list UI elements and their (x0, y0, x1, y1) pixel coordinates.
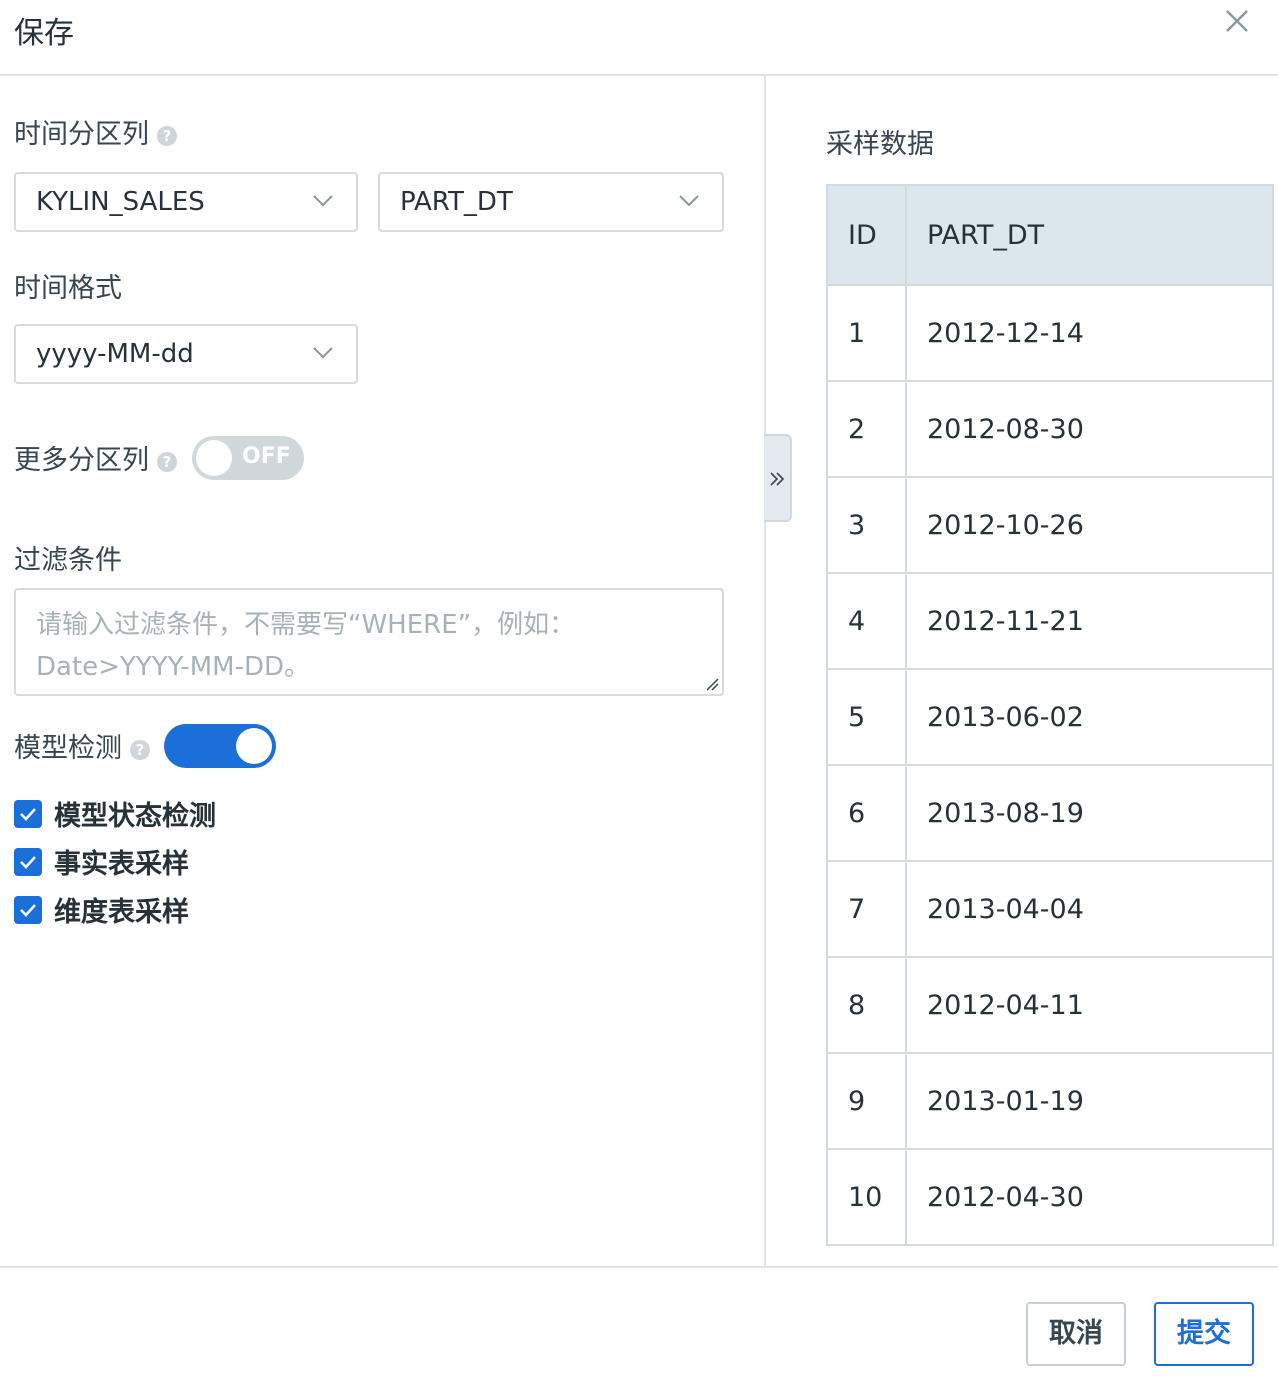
table-row: 2 2012-08-30 (826, 380, 1274, 478)
model-check-label-text: 模型检测 (14, 733, 122, 764)
cell-part-dt: 2013-08-19 (905, 764, 1274, 862)
cell-id: 10 (826, 1148, 907, 1246)
table-select[interactable]: KYLIN_SALES (14, 172, 358, 232)
table-row: 4 2012-11-21 (826, 572, 1274, 670)
help-icon[interactable]: ? (157, 451, 177, 472)
cell-part-dt: 2012-08-30 (905, 380, 1274, 478)
table-select-value: KYLIN_SALES (36, 187, 205, 217)
cell-id: 6 (826, 764, 907, 862)
filter-textarea[interactable]: 请输入过滤条件，不需要写“WHERE”，例如： Date>YYYY-MM-DD。 (14, 588, 724, 696)
column-select-value: PART_DT (400, 187, 513, 217)
table-row: 7 2013-04-04 (826, 860, 1274, 958)
model-check-toggle[interactable] (164, 724, 276, 768)
cell-id: 3 (826, 476, 907, 574)
cell-part-dt: 2012-10-26 (905, 476, 1274, 574)
cell-part-dt: 2013-01-19 (905, 1052, 1274, 1150)
sample-panel: 采样数据 ID PART_DT 1 2012-12-14 2 2012-08-30 … (766, 76, 1278, 1266)
format-select-value: yyyy-MM-dd (36, 339, 194, 369)
toggle-state-text: OFF (242, 444, 291, 469)
cell-id: 2 (826, 380, 907, 478)
table-row: 8 2012-04-11 (826, 956, 1274, 1054)
cell-part-dt: 2013-06-02 (905, 668, 1274, 766)
partition-label-text: 时间分区列 (14, 119, 149, 150)
checkbox-checked-icon[interactable] (14, 800, 42, 828)
more-partition-label: 更多分区列? (14, 438, 177, 477)
cell-part-dt: 2013-04-04 (905, 860, 1274, 958)
table-row: 10 2012-04-30 (826, 1148, 1274, 1246)
cell-id: 5 (826, 668, 907, 766)
help-icon[interactable]: ? (130, 739, 150, 760)
filter-label: 过滤条件 (14, 545, 122, 576)
cell-id: 1 (826, 284, 907, 382)
table-row: 3 2012-10-26 (826, 476, 1274, 574)
format-label: 时间格式 (14, 273, 122, 304)
dialog-header: 保存 (0, 0, 1278, 76)
model-check-label: 模型检测? (14, 726, 150, 765)
filter-placeholder-line2: Date>YYYY-MM-DD。 (36, 652, 311, 682)
cancel-button[interactable]: 取消 (1026, 1302, 1126, 1366)
close-icon[interactable] (1222, 6, 1252, 36)
cell-part-dt: 2012-11-21 (905, 572, 1274, 670)
more-partition-label-text: 更多分区列 (14, 445, 149, 476)
chevron-down-icon (313, 347, 333, 359)
cell-part-dt: 2012-04-11 (905, 956, 1274, 1054)
table-row: 6 2013-08-19 (826, 764, 1274, 862)
table-header-row: ID PART_DT (826, 184, 1274, 286)
column-header-part-dt: PART_DT (905, 184, 1274, 286)
toggle-knob (196, 440, 232, 476)
check-label: 模型状态检测 (54, 801, 216, 832)
cell-id: 4 (826, 572, 907, 670)
cell-part-dt: 2012-12-14 (905, 284, 1274, 382)
partition-label: 时间分区列? (14, 112, 177, 151)
dialog-title: 保存 (14, 16, 74, 51)
column-header-id: ID (826, 184, 907, 286)
more-partition-toggle[interactable]: OFF (192, 436, 304, 480)
resize-handle-icon[interactable] (705, 677, 719, 691)
cell-part-dt: 2012-04-30 (905, 1148, 1274, 1246)
help-icon[interactable]: ? (157, 125, 177, 146)
table-row: 9 2013-01-19 (826, 1052, 1274, 1150)
sample-title: 采样数据 (826, 129, 934, 160)
cell-id: 9 (826, 1052, 907, 1150)
column-select[interactable]: PART_DT (378, 172, 724, 232)
chevron-down-icon (313, 195, 333, 207)
table-row: 5 2013-06-02 (826, 668, 1274, 766)
checkbox-checked-icon[interactable] (14, 896, 42, 924)
table-row: 1 2012-12-14 (826, 284, 1274, 382)
cell-id: 8 (826, 956, 907, 1054)
dialog-footer: 取消 提交 (0, 1266, 1278, 1376)
toggle-knob (236, 728, 272, 764)
filter-placeholder-line1: 请输入过滤条件，不需要写“WHERE”，例如： (36, 610, 576, 640)
sample-table: ID PART_DT 1 2012-12-14 2 2012-08-30 3 2012… (826, 184, 1274, 1246)
format-select[interactable]: yyyy-MM-dd (14, 324, 358, 384)
submit-button[interactable]: 提交 (1154, 1302, 1254, 1366)
check-label: 事实表采样 (54, 849, 189, 880)
chevron-down-icon (679, 195, 699, 207)
check-label: 维度表采样 (54, 897, 189, 928)
cell-id: 7 (826, 860, 907, 958)
checkbox-checked-icon[interactable] (14, 848, 42, 876)
settings-panel: 时间分区列? KYLIN_SALES PART_DT 时间格式 yyyy-MM-… (0, 76, 766, 1266)
